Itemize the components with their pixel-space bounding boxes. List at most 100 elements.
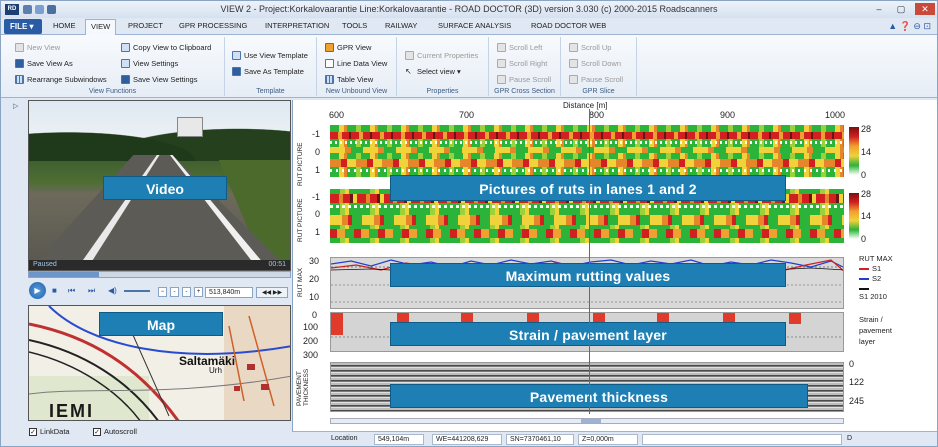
tab-gpr-processing[interactable]: GPR PROCESSING (179, 21, 247, 30)
maximize-button[interactable]: ▢ (891, 3, 911, 15)
video-position-field[interactable]: 513,840m (205, 287, 253, 298)
panel1-ytick-1: -1 (312, 129, 321, 139)
video-panel[interactable]: Video 00:51 Paused (28, 100, 291, 271)
step-forward-icon[interactable]: ⏭ (88, 286, 95, 296)
slice-pause-scroll-button[interactable]: Pause Scroll (569, 75, 623, 84)
panel5-ytick-122: 122 (849, 377, 865, 387)
save-template-icon (232, 67, 241, 76)
speed-step-button-2[interactable]: - (182, 287, 191, 297)
legend-s1-2010-swatch (859, 288, 869, 290)
scroll-up-button[interactable]: Scroll Up (569, 43, 611, 52)
video-controls: ▶ ■ ⏮ ⏭ ◀) − - - + 513,840m ◀◀ ▶▶ (28, 279, 291, 303)
select-view-dropdown[interactable]: ↖ Select view ▾ (405, 67, 461, 76)
linkdata-checkbox[interactable]: ✓ LinkData (29, 427, 70, 436)
horizontal-scrollbar[interactable] (330, 418, 844, 424)
close-button[interactable]: ✕ (915, 3, 935, 15)
rearrange-label: Rearrange Subwindows (27, 75, 107, 84)
save-view-as-button[interactable]: Save View As (15, 59, 73, 68)
speed-minus-button[interactable]: − (158, 287, 167, 297)
scroll-down-icon (569, 59, 578, 68)
video-progress-bar[interactable] (28, 271, 291, 278)
scroll-down-label: Scroll Down (581, 59, 622, 68)
speed-step-button[interactable]: - (170, 287, 179, 297)
colorbar1-max: 28 (861, 124, 872, 134)
copy-view-label: Copy View to Clipboard (133, 43, 212, 52)
x-tick-600: 600 (329, 110, 345, 120)
panel5-ytick-245: 245 (849, 396, 865, 406)
overlay-label-strain: Strain / pavement layer (390, 322, 786, 346)
ribbon: New View Save View As Rearrange Subwindo… (1, 35, 937, 98)
volume-slider[interactable] (124, 290, 150, 292)
video-nav-buttons[interactable]: ◀◀ ▶▶ (256, 287, 288, 298)
legend-s1-swatch (859, 268, 869, 270)
location-value: 549,104m (374, 434, 424, 445)
copy-view-button[interactable]: Copy View to Clipboard (121, 43, 211, 52)
colorbar2-min: 0 (861, 234, 867, 244)
tab-home[interactable]: HOME (53, 21, 76, 30)
minimize-button[interactable]: – (869, 3, 889, 15)
scroll-thumb[interactable] (581, 419, 601, 423)
pause-icon (497, 75, 506, 84)
legend-s2-swatch (859, 278, 869, 280)
save-as-template-button[interactable]: Save As Template (232, 67, 304, 76)
pause-scroll-button[interactable]: Pause Scroll (497, 75, 551, 84)
group-properties: Current Properties ↖ Select view ▾ Proper… (397, 37, 489, 96)
group-title: Properties (426, 88, 459, 95)
panel3-ytick-2: 20 (309, 274, 320, 284)
panel2-ytick-3: 1 (315, 227, 321, 237)
save-view-settings-button[interactable]: Save View Settings (121, 75, 197, 84)
z-coordinate: Z=0,000m (578, 434, 638, 445)
rearrange-subwindows-button[interactable]: Rearrange Subwindows (15, 75, 107, 84)
trees (29, 111, 290, 161)
file-menu-button[interactable]: FILE ▾ (4, 19, 42, 34)
new-view-icon (15, 43, 24, 52)
save-as-template-label: Save As Template (244, 67, 304, 76)
location-label: Location (331, 435, 358, 442)
current-properties-label: Current Properties (417, 51, 479, 60)
legend-s1: S1 (872, 264, 882, 273)
new-view-button[interactable]: New View (15, 43, 60, 52)
tab-railway[interactable]: RAILWAY (385, 21, 417, 30)
group-view-functions: New View Save View As Rearrange Subwindo… (1, 37, 225, 96)
cursor-line[interactable] (589, 109, 590, 414)
table-view-button[interactable]: Table View (325, 75, 373, 84)
group-gpr-slice: Scroll Up Scroll Down Pause Scroll GPR S… (561, 37, 637, 96)
scroll-left-button[interactable]: Scroll Left (497, 43, 542, 52)
view-settings-button[interactable]: View Settings (121, 59, 178, 68)
use-view-template-label: Use View Template (244, 51, 308, 60)
play-button[interactable]: ▶ (29, 282, 46, 299)
scroll-right-button[interactable]: Scroll Right (497, 59, 547, 68)
stop-icon[interactable]: ■ (52, 286, 57, 295)
speed-plus-button[interactable]: + (194, 287, 203, 297)
panel3-ytick-1: 30 (309, 256, 320, 266)
tab-surface-analysis[interactable]: SURFACE ANALYSIS (438, 21, 511, 30)
tab-road-doctor-web[interactable]: ROAD DOCTOR WEB (531, 21, 606, 30)
line-data-view-button[interactable]: Line Data View (325, 59, 387, 68)
tab-interpretation[interactable]: INTERPRETATION (265, 21, 329, 30)
tab-view[interactable]: VIEW (85, 19, 117, 36)
clipboard-icon (121, 43, 130, 52)
tab-tools[interactable]: TOOLS (342, 21, 367, 30)
title-bar: RD VIEW 2 - Project:Korkalovaarantie Lin… (1, 1, 937, 18)
ribbon-help-icons[interactable]: ▲ ❓ ⊖ ⊡ (888, 21, 931, 32)
save-view-settings-label: Save View Settings (133, 75, 198, 84)
legend-strain-3: layer (859, 337, 876, 346)
scroll-down-button[interactable]: Scroll Down (569, 59, 621, 68)
use-view-template-button[interactable]: Use View Template (232, 51, 308, 60)
panel2-ylabel: RUT PICTURE (297, 198, 304, 242)
panel1-ytick-3: 1 (315, 165, 321, 175)
step-back-icon[interactable]: ⏮ (68, 286, 75, 296)
map-panel[interactable]: Map Saltamäki Urh IEMI (28, 305, 291, 421)
current-properties-button[interactable]: Current Properties (405, 51, 478, 60)
collapse-arrow-icon[interactable]: ▷ (13, 102, 18, 110)
data-view-panel[interactable]: 600 700 800 900 1000 Distance [m] RUT PI… (292, 100, 937, 431)
legend-rut-max: RUT MAX (859, 254, 893, 263)
ribbon-tabs: FILE ▾ HOME VIEW PROJECT GPR PROCESSING … (1, 18, 937, 36)
gpr-view-button[interactable]: GPR View (325, 43, 371, 52)
panel1-ytick-2: 0 (315, 147, 321, 157)
tab-project[interactable]: PROJECT (128, 21, 163, 30)
volume-icon[interactable]: ◀) (108, 286, 117, 295)
autoscroll-checkbox[interactable]: ✓ Autoscroll (93, 427, 137, 436)
x-tick-800: 800 (589, 110, 605, 120)
panel3-ytick-3: 10 (309, 292, 320, 302)
